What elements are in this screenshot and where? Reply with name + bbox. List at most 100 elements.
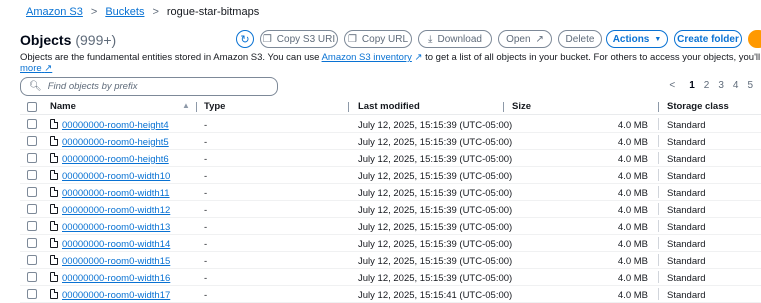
object-name-link[interactable]: 00000000-room0-height4 <box>62 120 169 131</box>
select-all-checkbox[interactable] <box>27 102 37 112</box>
column-divider <box>658 118 659 130</box>
row-checkbox[interactable] <box>27 221 37 231</box>
column-resize-handle[interactable] <box>196 102 197 112</box>
search-icon: 🔍︎ <box>29 81 42 92</box>
object-name-link[interactable]: 00000000-room0-height6 <box>62 154 169 165</box>
breadcrumb-amazon-s3[interactable]: Amazon S3 <box>26 6 83 18</box>
open-button[interactable]: Open ↗ <box>498 30 552 48</box>
table-row: 00000000-room0-width17 - July 12, 2025, 15… <box>20 286 761 303</box>
object-size: 4.0 MB <box>617 188 648 199</box>
object-name-link[interactable]: 00000000-room0-width11 <box>62 188 170 199</box>
object-name-link[interactable]: 00000000-room0-width12 <box>62 205 170 216</box>
row-checkbox[interactable] <box>27 255 37 265</box>
file-icon <box>50 153 58 163</box>
object-storage-class: Standard <box>667 120 706 131</box>
prefix-search-input[interactable] <box>47 81 268 92</box>
object-type: - <box>204 222 208 233</box>
object-last-modified: July 12, 2025, 15:15:39 (UTC-05:00) <box>358 205 513 216</box>
table-row: 00000000-room0-width12 - July 12, 2025, 15… <box>20 201 761 218</box>
column-header-name[interactable]: Name <box>50 101 76 112</box>
column-divider <box>658 271 659 283</box>
file-icon <box>50 204 58 214</box>
page-5[interactable]: 5 <box>747 80 753 91</box>
column-header-type[interactable]: Type <box>204 101 225 112</box>
column-divider <box>658 220 659 232</box>
page-1[interactable]: 1 <box>689 80 695 91</box>
chevron-right-icon: > <box>90 6 98 18</box>
object-type: - <box>204 188 208 199</box>
column-header-last-modified[interactable]: Last modified <box>358 101 420 112</box>
object-size: 4.0 MB <box>617 239 648 250</box>
object-size: 4.0 MB <box>617 154 648 165</box>
external-link-icon: ↗ <box>44 63 53 74</box>
copy-url-button[interactable]: ❐ Copy URL <box>344 30 412 48</box>
pagination: < 1 2 3 4 5 <box>669 80 753 91</box>
object-last-modified: July 12, 2025, 15:15:39 (UTC-05:00) <box>358 273 513 284</box>
object-last-modified: July 12, 2025, 15:15:39 (UTC-05:00) <box>358 171 513 182</box>
row-checkbox[interactable] <box>27 272 37 282</box>
row-checkbox[interactable] <box>27 204 37 214</box>
object-size: 4.0 MB <box>617 171 648 182</box>
inventory-link[interactable]: Amazon S3 inventory <box>322 52 412 63</box>
object-size: 4.0 MB <box>617 256 648 267</box>
row-checkbox[interactable] <box>27 119 37 129</box>
chevron-right-icon: > <box>152 6 159 18</box>
column-resize-handle[interactable] <box>348 102 349 112</box>
refresh-button[interactable]: ↻ <box>236 30 254 48</box>
column-header-storage-class[interactable]: Storage class <box>667 101 729 112</box>
object-name-link[interactable]: 00000000-room0-width10 <box>62 171 170 182</box>
object-name-link[interactable]: 00000000-room0-width13 <box>62 222 170 233</box>
object-size: 4.0 MB <box>617 137 648 148</box>
actions-dropdown[interactable]: Actions ▼ <box>606 30 668 48</box>
object-name-link[interactable]: 00000000-room0-width14 <box>62 239 170 250</box>
page-3[interactable]: 3 <box>718 80 724 91</box>
row-checkbox[interactable] <box>27 153 37 163</box>
row-checkbox[interactable] <box>27 136 37 146</box>
description-text-2: to get a list of all objects in your buc… <box>425 52 761 63</box>
object-name-link[interactable]: 00000000-room0-width16 <box>62 273 170 284</box>
column-header-size[interactable]: Size <box>512 101 531 112</box>
table-row: 00000000-room0-width13 - July 12, 2025, 15… <box>20 218 761 235</box>
table-row: 00000000-room0-height6 - July 12, 2025, 15… <box>20 150 761 167</box>
learn-more-link[interactable]: more ↗ <box>20 63 52 74</box>
page-2[interactable]: 2 <box>704 80 710 91</box>
object-size: 4.0 MB <box>617 273 648 284</box>
column-resize-handle[interactable] <box>658 102 659 112</box>
row-checkbox[interactable] <box>27 187 37 197</box>
column-divider <box>658 169 659 181</box>
breadcrumb-buckets[interactable]: Buckets <box>105 6 144 18</box>
column-resize-handle[interactable] <box>503 102 504 112</box>
breadcrumb: Amazon S3 > Buckets > rogue-star-bitmaps <box>26 4 259 20</box>
file-icon <box>50 289 58 299</box>
table-row: 00000000-room0-height4 - July 12, 2025, 15… <box>20 116 761 133</box>
table-row: 00000000-room0-width16 - July 12, 2025, 15… <box>20 269 761 286</box>
object-storage-class: Standard <box>667 222 706 233</box>
file-icon <box>50 238 58 248</box>
sort-ascending-icon[interactable]: ▲ <box>182 101 190 110</box>
upload-button[interactable] <box>748 30 761 48</box>
column-divider <box>658 186 659 198</box>
row-checkbox[interactable] <box>27 289 37 299</box>
object-name-link[interactable]: 00000000-room0-height5 <box>62 137 169 148</box>
row-checkbox[interactable] <box>27 238 37 248</box>
download-button[interactable]: ⤓ Download <box>418 30 492 48</box>
row-checkbox[interactable] <box>27 170 37 180</box>
object-last-modified: July 12, 2025, 15:15:39 (UTC-05:00) <box>358 154 513 165</box>
create-folder-button[interactable]: Create folder <box>674 30 742 48</box>
file-icon <box>50 170 58 180</box>
external-link-icon: ↗ <box>535 33 544 45</box>
page-4[interactable]: 4 <box>733 80 739 91</box>
object-last-modified: July 12, 2025, 15:15:39 (UTC-05:00) <box>358 222 513 233</box>
copy-s3-uri-button[interactable]: ❐ Copy S3 URI <box>260 30 338 48</box>
copy-s3-uri-label: Copy S3 URI <box>276 33 336 45</box>
file-icon <box>50 187 58 197</box>
object-last-modified: July 12, 2025, 15:15:41 (UTC-05:00) <box>358 290 513 301</box>
file-icon <box>50 255 58 265</box>
copy-url-label: Copy URL <box>361 33 409 45</box>
object-name-link[interactable]: 00000000-room0-width17 <box>62 290 170 301</box>
object-storage-class: Standard <box>667 137 706 148</box>
object-name-link[interactable]: 00000000-room0-width15 <box>62 256 170 267</box>
previous-page-button[interactable]: < <box>669 80 675 91</box>
file-icon <box>50 136 58 146</box>
delete-button[interactable]: Delete <box>558 30 602 48</box>
